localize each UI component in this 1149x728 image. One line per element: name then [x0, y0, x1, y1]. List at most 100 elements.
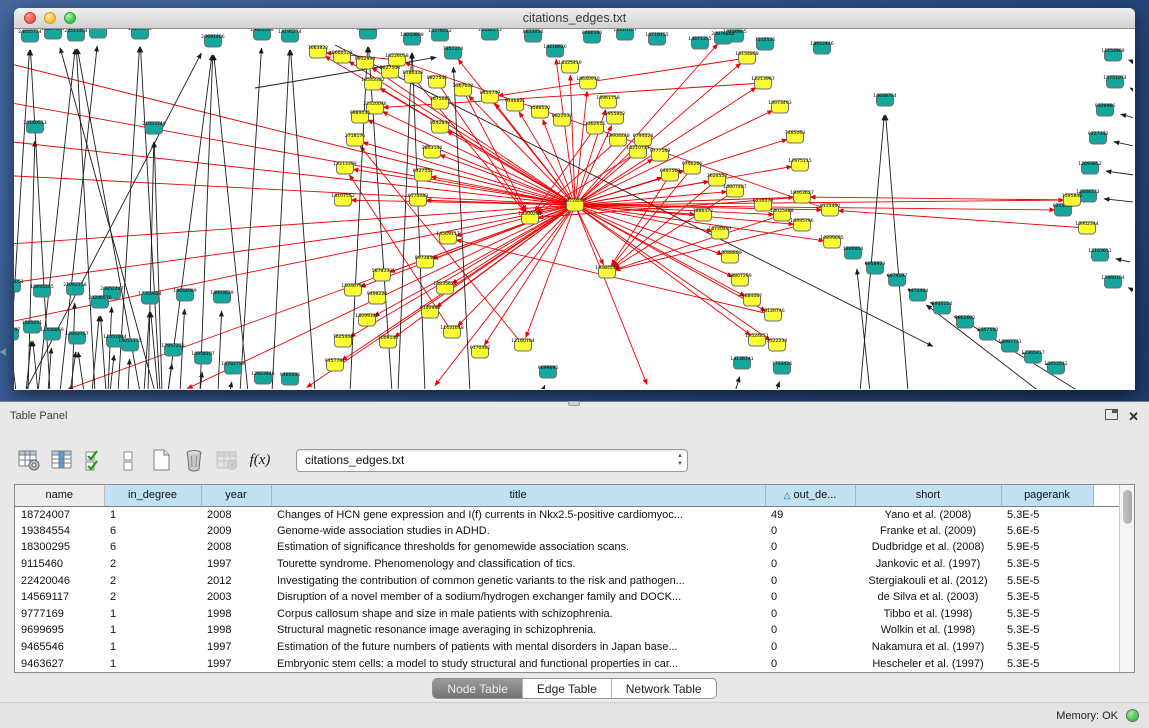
- tab-node-table[interactable]: Node Table: [433, 679, 523, 698]
- graph-node[interactable]: 9827508: [380, 65, 401, 78]
- graph-node[interactable]: 20691406: [201, 34, 224, 47]
- graph-node[interactable]: 1609144: [378, 335, 399, 348]
- graph-node[interactable]: 16648784: [873, 93, 896, 106]
- graph-node[interactable]: 10452012: [1044, 361, 1067, 374]
- graph-node[interactable]: 12942757: [65, 331, 88, 344]
- column-header-title[interactable]: title: [271, 485, 765, 506]
- graph-node[interactable]: 11431648: [440, 325, 463, 338]
- graph-node[interactable]: 18640910: [576, 76, 599, 89]
- minimize-window-icon[interactable]: [44, 12, 56, 24]
- graph-node[interactable]: 10655327: [356, 29, 379, 39]
- graph-node[interactable]: 9457791: [325, 358, 346, 371]
- graph-node[interactable]: 9227343: [1088, 131, 1109, 144]
- graph-node[interactable]: 9115460: [820, 203, 841, 216]
- column-header-outde[interactable]: △out_de...: [765, 485, 855, 506]
- graph-node[interactable]: 8794024: [633, 133, 654, 146]
- graph-node[interactable]: 14136141: [730, 356, 753, 369]
- graph-node[interactable]: 12213967: [751, 76, 774, 89]
- graph-node[interactable]: 10902344: [1075, 221, 1098, 234]
- graph-node[interactable]: 14569117: [436, 231, 459, 244]
- graph-node[interactable]: 9699695: [538, 365, 559, 378]
- graph-node[interactable]: 15720407: [708, 226, 731, 239]
- graph-node[interactable]: 7862602: [955, 315, 976, 328]
- graph-node[interactable]: 1733426: [772, 361, 793, 374]
- table-row[interactable]: 946362711997Embryonic stem cells: a mode…: [15, 655, 1119, 672]
- graph-node[interactable]: 15051135: [118, 338, 141, 351]
- graph-node[interactable]: 15276022: [428, 29, 451, 41]
- graph-node[interactable]: 12213399: [333, 161, 356, 174]
- graph-node[interactable]: 6679197: [887, 273, 908, 286]
- column-header-indegree[interactable]: in_degree: [104, 485, 201, 506]
- graph-node[interactable]: 9465546: [280, 372, 301, 385]
- table-row[interactable]: 969969511998Structural magnetic resonanc…: [15, 622, 1119, 639]
- graph-node[interactable]: 9889035: [350, 110, 371, 123]
- table-row[interactable]: 1830029562008Estimation of significance …: [15, 539, 1119, 556]
- graph-node[interactable]: 3915947: [14, 327, 20, 340]
- graph-node[interactable]: 9474444: [908, 288, 929, 301]
- graph-node[interactable]: 19904448: [606, 133, 629, 146]
- graph-node[interactable]: 18003629: [210, 290, 233, 303]
- table-settings-icon[interactable]: [14, 445, 44, 475]
- graph-node[interactable]: 19524851: [745, 333, 768, 346]
- graph-node[interactable]: 18195274: [278, 29, 301, 42]
- table-scrollbar-thumb[interactable]: [1123, 490, 1132, 524]
- graph-node[interactable]: 17460104: [1101, 275, 1124, 288]
- close-panel-icon[interactable]: ✕: [1128, 411, 1139, 422]
- graph-node[interactable]: 8813054: [523, 29, 544, 42]
- graph-node[interactable]: 16210723: [626, 145, 649, 158]
- graph-node[interactable]: 10688809: [718, 250, 741, 263]
- memory-status-indicator[interactable]: [1126, 709, 1139, 722]
- graph-node[interactable]: 21173776: [128, 29, 151, 39]
- graph-node[interactable]: 8822037: [552, 113, 573, 126]
- delete-column-icon[interactable]: [179, 445, 209, 475]
- graph-node[interactable]: 15046796: [341, 283, 364, 296]
- column-header-pagerank[interactable]: pagerank: [1001, 485, 1093, 506]
- new-column-icon[interactable]: [146, 445, 176, 475]
- network-window-titlebar[interactable]: citations_edges.txt: [14, 8, 1135, 29]
- graph-node[interactable]: 9498222: [367, 291, 388, 304]
- graph-node[interactable]: 2718176: [345, 133, 366, 146]
- graph-node[interactable]: 2935114: [932, 301, 953, 314]
- graph-node[interactable]: 10807487: [723, 184, 746, 197]
- graph-node[interactable]: 2522234: [767, 338, 788, 351]
- graph-node[interactable]: 9140988: [420, 305, 441, 318]
- graph-node[interactable]: 9827546: [427, 75, 448, 88]
- graph-node[interactable]: 2803144: [422, 145, 443, 158]
- graph-node[interactable]: 24055724: [18, 29, 41, 42]
- graph-node[interactable]: 8427552: [413, 168, 434, 181]
- graph-node[interactable]: 12093852: [1078, 161, 1101, 174]
- graph-node[interactable]: 16154808: [735, 51, 758, 64]
- graph-node[interactable]: 18107552: [331, 193, 354, 206]
- graph-node[interactable]: 10899695: [820, 235, 843, 248]
- graph-node[interactable]: 9146821: [505, 98, 526, 111]
- graph-node[interactable]: 7485063: [785, 130, 806, 143]
- graph-node[interactable]: 10532275: [478, 29, 501, 40]
- graph-node[interactable]: 9170462: [470, 345, 491, 358]
- graph-node[interactable]: 7857224: [443, 46, 464, 59]
- graph-node[interactable]: 8454749: [480, 90, 501, 103]
- tab-network-table[interactable]: Network Table: [612, 679, 716, 698]
- graph-node[interactable]: 7663822: [308, 45, 329, 58]
- select-all-checks-icon[interactable]: [80, 445, 110, 475]
- splitter-handle[interactable]: [568, 401, 580, 406]
- graph-node[interactable]: 9777169: [650, 148, 671, 161]
- graph-node[interactable]: 8466160: [582, 30, 603, 43]
- tab-edge-table[interactable]: Edge Table: [523, 679, 612, 698]
- table-row[interactable]: 946554611997Estimation of the future num…: [15, 639, 1119, 656]
- graph-node[interactable]: 16782759: [221, 361, 244, 374]
- graph-node[interactable]: 1585051: [22, 320, 43, 333]
- graph-node[interactable]: 1588520: [530, 105, 551, 118]
- graph-node[interactable]: 19218926: [543, 44, 566, 57]
- graph-node[interactable]: 25266051: [14, 279, 24, 292]
- graph-node[interactable]: 6497568: [660, 168, 681, 181]
- graph-node[interactable]: 9242848: [430, 120, 451, 133]
- graph-node[interactable]: 18316167: [613, 29, 636, 40]
- graph-node[interactable]: 1840954: [843, 246, 864, 259]
- graph-node[interactable]: 10958107: [191, 351, 214, 364]
- graph-node[interactable]: 8973858: [415, 255, 436, 268]
- graph-node[interactable]: 10835624: [433, 281, 456, 294]
- table-row[interactable]: 911546021997Tourette syndrome. Phenomeno…: [15, 556, 1119, 573]
- table-row[interactable]: 977716911998Corpus callosum shape and si…: [15, 606, 1119, 623]
- graph-node[interactable]: 19463627: [790, 190, 813, 203]
- graph-node[interactable]: 19384554: [595, 265, 618, 278]
